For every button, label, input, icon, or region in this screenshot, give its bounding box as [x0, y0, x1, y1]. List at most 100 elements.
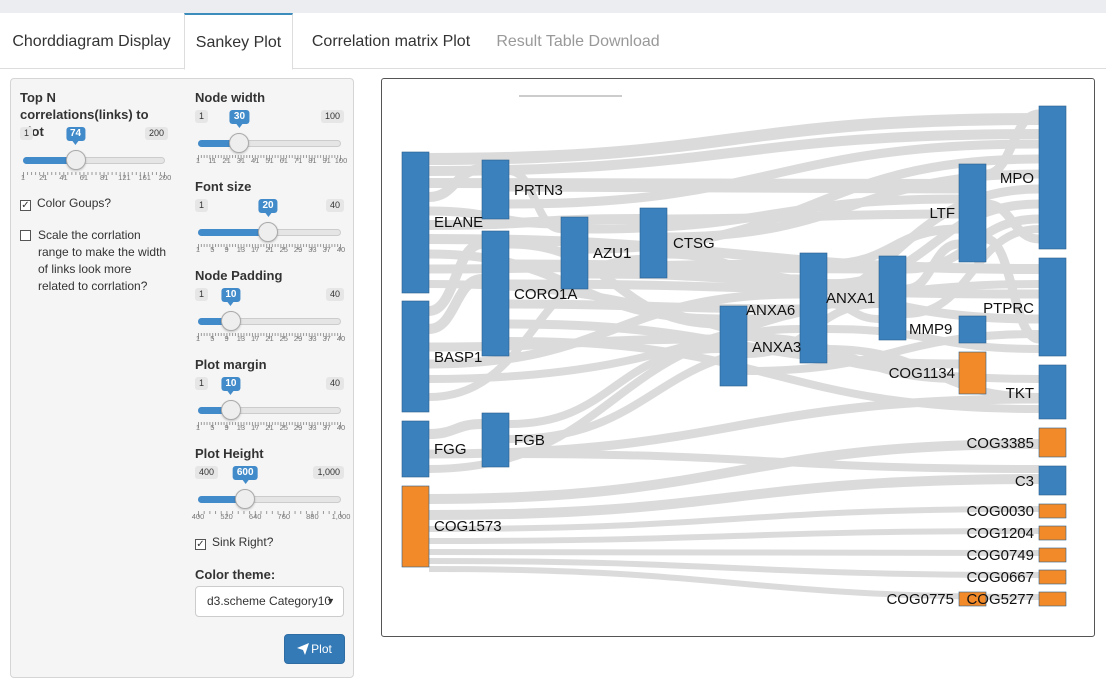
sankey-node[interactable] — [1038, 465, 1067, 496]
sankey-node-label: COG1204 — [966, 525, 1034, 542]
paper-plane-icon — [297, 637, 310, 665]
sankey-node[interactable] — [1038, 364, 1067, 420]
font-size-slider[interactable]: 1 40 20 1 5 9 13 17 21 25 29 33 37 40 — [195, 199, 345, 259]
sankey-node[interactable] — [401, 485, 430, 568]
plot-button[interactable]: Plot — [284, 634, 345, 664]
sankey-node[interactable] — [1038, 569, 1067, 585]
slider-tick-label: 760 — [277, 512, 291, 521]
checkbox-box[interactable]: ✓ — [195, 539, 206, 550]
sankey-node[interactable] — [799, 252, 828, 364]
slider-tick-label: 33 — [308, 245, 317, 254]
slider-value: 600 — [232, 466, 258, 484]
checkbox-box[interactable] — [20, 230, 31, 241]
sankey-node[interactable] — [481, 230, 510, 357]
sankey-node[interactable] — [1038, 503, 1067, 519]
sankey-node[interactable] — [401, 300, 430, 413]
slider-ticks — [198, 326, 341, 339]
tab-chorddiagram[interactable]: Chorddiagram Display — [0, 13, 183, 69]
slider-value: 10 — [221, 288, 241, 306]
slider-tick-label: 29 — [293, 423, 303, 432]
slider-tick-label: 400 — [191, 512, 205, 521]
tab-bar: Chorddiagram Display Sankey Plot Correla… — [0, 13, 1106, 70]
tab-correlation-matrix[interactable]: Correlation matrix Plot — [296, 13, 486, 69]
slider-tick-label: 1 — [195, 245, 201, 254]
sankey-node[interactable] — [401, 420, 430, 478]
control-panel: Top N correlations(links) to plot 120074… — [10, 78, 354, 678]
node-width-slider[interactable]: 1 100 30 1 11 21 31 41 51 61 71 81 91 100 — [195, 110, 347, 170]
color-theme-value: d3.scheme Category10 — [207, 594, 332, 608]
slider-max: 40 — [325, 377, 344, 390]
slider-handle[interactable] — [220, 400, 241, 420]
sankey-node-label: LTF — [929, 205, 955, 222]
node-padding-slider[interactable]: 1 40 10 1 5 9 13 17 21 25 29 33 37 40 — [195, 288, 346, 348]
slider-tick-label: 41 — [251, 156, 260, 165]
sankey-node-label: ANXA6 — [746, 302, 795, 319]
checkbox-box[interactable]: ✓ — [20, 200, 31, 211]
sink-right-checkbox[interactable]: ✓ Sink Right? — [195, 534, 273, 551]
slider-tick-label: 13 — [236, 423, 246, 432]
sankey-node[interactable] — [958, 163, 987, 263]
sankey-node[interactable] — [878, 255, 907, 341]
plot-margin-slider[interactable]: 1 40 10 1 5 9 13 17 21 25 29 33 37 40 — [195, 377, 345, 437]
sankey-node[interactable] — [1038, 547, 1067, 563]
scale-checkbox[interactable]: Scale the corrlation range to make the w… — [20, 227, 170, 295]
sankey-node[interactable] — [481, 159, 510, 220]
slider-tick-label: 100 — [334, 156, 348, 165]
node-width-label: Node width — [195, 90, 266, 105]
slider-tick-label: 71 — [293, 156, 303, 165]
slider-handle[interactable] — [235, 489, 256, 509]
sankey-node[interactable] — [1038, 257, 1067, 357]
slider-handle[interactable] — [220, 311, 241, 331]
slider-tick-label: 21 — [265, 423, 274, 432]
slider-handle[interactable] — [229, 133, 250, 153]
slider-value: 30 — [229, 110, 250, 128]
slider-tick-label: 40 — [336, 334, 346, 343]
plot-height-slider[interactable]: 400 1,000 600 400 520 640 760 880 1,000 — [191, 466, 350, 526]
sankey-node-label: PTPRC — [983, 300, 1034, 317]
sankey-node-label: FGB — [514, 432, 545, 449]
sankey-node[interactable] — [1038, 105, 1067, 250]
sankey-node-label: PRTN3 — [514, 182, 563, 199]
sankey-node-label: COG0775 — [886, 591, 954, 608]
sankey-node[interactable] — [481, 412, 510, 468]
sankey-node[interactable] — [639, 207, 668, 279]
tab-sankey[interactable]: Sankey Plot — [184, 13, 293, 70]
slider-handle[interactable] — [65, 150, 86, 170]
sankey-node[interactable] — [560, 216, 589, 290]
sankey-node[interactable] — [958, 315, 987, 344]
sankey-node[interactable] — [958, 351, 987, 395]
sankey-node-label: MPO — [1000, 170, 1034, 187]
sankey-node[interactable] — [1038, 427, 1067, 458]
sankey-node-label: COG0749 — [966, 547, 1034, 564]
slider-tick-label: 25 — [279, 245, 288, 254]
slider-tick-label: 29 — [293, 245, 303, 254]
slider-tick-label: 37 — [322, 334, 331, 343]
slider-min: 400 — [195, 466, 219, 479]
color-theme-label: Color theme: — [195, 567, 276, 582]
sankey-node-label: COG0667 — [966, 569, 1034, 586]
sankey-node[interactable] — [719, 305, 748, 387]
slider-handle[interactable] — [258, 222, 279, 242]
color-groups-checkbox[interactable]: ✓ Color Goups? — [20, 195, 111, 212]
slider-ticks — [198, 504, 341, 517]
sankey-node-label: COG1134 — [889, 365, 955, 382]
slider-tick-label: 5 — [210, 423, 215, 432]
sankey-node[interactable] — [401, 151, 430, 294]
sankey-node-label: ANXA1 — [826, 290, 875, 307]
slider-tick-label: 17 — [251, 245, 260, 254]
slider-ticks — [198, 148, 341, 161]
color-theme-select[interactable]: d3.scheme Category10 ▼ — [195, 586, 344, 617]
topn-slider[interactable]: 1 200 74 1 21 41 61 81 121 161 200 — [20, 127, 171, 187]
tab-result-table[interactable]: Result Table Download — [488, 13, 668, 69]
sankey-link — [428, 419, 483, 439]
slider-tick-label: 880 — [306, 512, 319, 521]
slider-tick-label: 11 — [208, 156, 217, 165]
slider-min: 1 — [195, 199, 209, 212]
slider-min: 1 — [195, 110, 209, 123]
sankey-node-label: TKT — [1006, 385, 1034, 402]
slider-ticks — [198, 415, 341, 428]
sankey-node[interactable] — [1038, 591, 1067, 607]
sankey-node[interactable] — [1038, 525, 1067, 541]
slider-tick-label: 1 — [195, 334, 201, 343]
sankey-link — [428, 528, 1040, 544]
